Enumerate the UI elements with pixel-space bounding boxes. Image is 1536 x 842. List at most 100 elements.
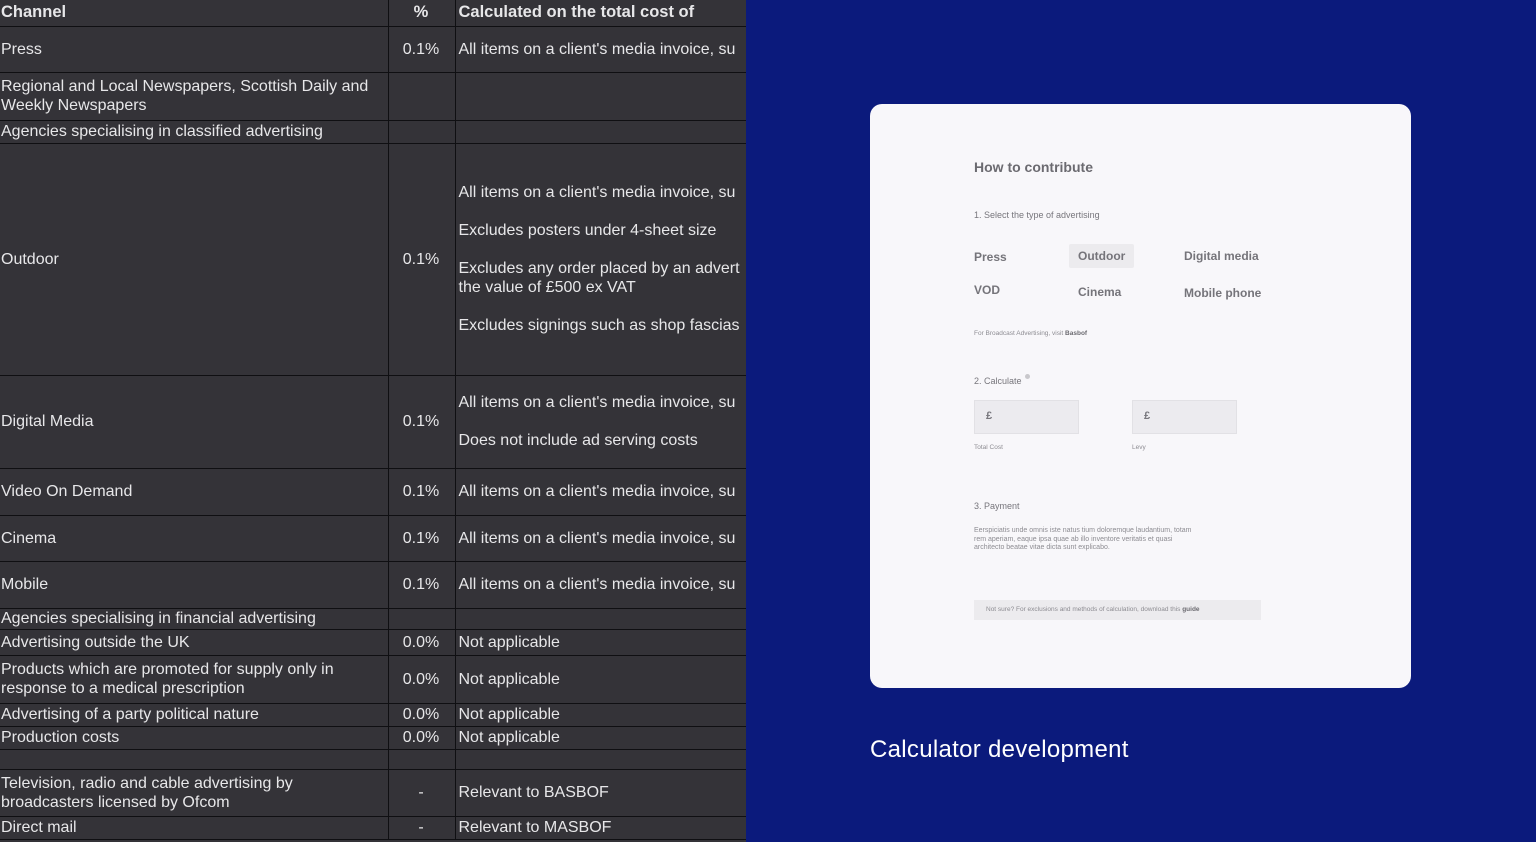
percent-cell: 0.0% <box>388 726 456 750</box>
calculation-note: Excludes any order placed by an advert t… <box>458 260 740 296</box>
table-row: Advertising outside the UK 0.0% Not applic… <box>0 629 746 656</box>
channel-cell: Mobile <box>0 561 389 609</box>
basbof-link[interactable]: Basbof <box>1065 330 1087 337</box>
levy-label: Levy <box>1132 444 1146 451</box>
channel-cell: Direct mail <box>0 816 389 840</box>
levy-table: Channel % Calculated on the total cost o… <box>0 0 746 840</box>
channel-cell: Regional and Local Newspapers, Scottish … <box>0 72 389 121</box>
table-row: Production costs 0.0% Not applicable <box>0 726 746 750</box>
percent-cell <box>388 120 456 144</box>
channel-cell: Digital Media <box>0 375 389 469</box>
type-option-mobile-phone[interactable]: Mobile phone <box>1184 286 1261 300</box>
step2-label: 2. Calculate <box>974 374 1030 386</box>
preview-panel: How to contribute 1. Select the type of … <box>746 0 1536 842</box>
step3-label: 3. Payment <box>974 501 1020 511</box>
percent-cell: 0.1% <box>388 26 456 73</box>
calculation-cell: All items on a client's media invoice, s… <box>455 26 746 73</box>
guide-link[interactable]: guide <box>1182 606 1199 613</box>
channel-cell <box>0 749 389 770</box>
channel-cell: Advertising outside the UK <box>0 629 389 656</box>
percent-cell: 0.0% <box>388 655 456 704</box>
step2-text: 2. Calculate <box>974 376 1022 386</box>
guide-note: Not sure? For exclusions and methods of … <box>974 600 1261 620</box>
table-row: Direct mail - Relevant to MASBOF <box>0 816 746 840</box>
levy-input[interactable]: £ <box>1132 400 1237 434</box>
broadcast-note-text: For Broadcast Advertising, visit <box>974 330 1064 337</box>
calculation-note: All items on a client's media invoice, s… <box>458 184 736 201</box>
channel-cell: Press <box>0 26 389 73</box>
channel-cell: Outdoor <box>0 143 389 376</box>
calculation-cell: Not applicable <box>455 655 746 704</box>
total-cost-label: Total Cost <box>974 444 1003 451</box>
calculation-note: Excludes signings such as shop fascias <box>458 317 740 334</box>
calculator-card: How to contribute 1. Select the type of … <box>870 104 1411 688</box>
total-cost-input[interactable]: £ <box>974 400 1079 434</box>
header-channel: Channel <box>0 0 389 27</box>
channel-levy-table: Channel % Calculated on the total cost o… <box>0 0 746 842</box>
channel-cell: Products which are promoted for supply o… <box>0 655 389 704</box>
table-row: Digital Media 0.1% All items on a client's… <box>0 375 746 469</box>
channel-cell: Television, radio and cable advertising … <box>0 769 389 817</box>
percent-cell: 0.0% <box>388 629 456 656</box>
table-row: Television, radio and cable advertising … <box>0 769 746 817</box>
channel-cell: Video On Demand <box>0 468 389 516</box>
percent-cell <box>388 749 456 770</box>
table-row: Cinema 0.1% All items on a client's media … <box>0 515 746 562</box>
calculation-cell: Relevant to BASBOF <box>455 769 746 817</box>
calculation-note: All items on a client's media invoice, s… <box>458 576 736 593</box>
calculation-note: Relevant to BASBOF <box>458 784 609 801</box>
table-header-row: Channel % Calculated on the total cost o… <box>0 0 746 27</box>
header-percent: % <box>388 0 456 27</box>
type-option-cinema[interactable]: Cinema <box>1078 285 1121 299</box>
calculation-cell <box>455 749 746 770</box>
calculation-cell: Not applicable <box>455 629 746 656</box>
percent-cell <box>388 72 456 121</box>
table-row: Products which are promoted for supply o… <box>0 655 746 704</box>
calculation-cell: Not applicable <box>455 703 746 727</box>
calculation-cell: Not applicable <box>455 726 746 750</box>
calculation-note: Not applicable <box>458 729 560 746</box>
table-row: Video On Demand 0.1% All items on a client… <box>0 468 746 516</box>
info-icon[interactable] <box>1024 374 1030 379</box>
percent-cell: 0.1% <box>388 143 456 376</box>
percent-cell: - <box>388 769 456 817</box>
calculation-cell: All items on a client's media invoice, s… <box>455 468 746 516</box>
calculation-cell <box>455 608 746 630</box>
card-title: How to contribute <box>974 159 1093 175</box>
calculation-cell: All items on a client's media invoice, s… <box>455 375 746 469</box>
payment-text: Eerspiciatis unde omnis iste natus tium … <box>974 527 1192 551</box>
table-row: Agencies specialising in classified adve… <box>0 120 746 144</box>
type-option-vod[interactable]: VOD <box>974 283 1000 297</box>
table-row: Press 0.1% All items on a client's media i… <box>0 26 746 73</box>
calculation-note: All items on a client's media invoice, s… <box>458 394 736 411</box>
calculation-cell <box>455 72 746 121</box>
calculation-cell: All items on a client's media invoice, s… <box>455 143 746 376</box>
table-row: Mobile 0.1% All items on a client's media … <box>0 561 746 609</box>
table-row <box>0 749 746 770</box>
calculation-cell: All items on a client's media invoice, s… <box>455 515 746 562</box>
channel-cell: Advertising of a party political nature <box>0 703 389 727</box>
calculation-note: All items on a client's media invoice, s… <box>458 483 736 500</box>
calculation-note: Excludes posters under 4-sheet size <box>458 222 717 239</box>
calculation-note: Not applicable <box>458 706 560 723</box>
type-option-digital-media[interactable]: Digital media <box>1184 249 1259 263</box>
calculation-note: All items on a client's media invoice, s… <box>458 40 736 58</box>
channel-cell: Agencies specialising in financial adver… <box>0 608 389 630</box>
broadcast-note: For Broadcast Advertising, visit Basbof <box>974 330 1087 337</box>
percent-cell: 0.1% <box>388 515 456 562</box>
step1-label: 1. Select the type of advertising <box>974 210 1100 220</box>
channel-cell: Cinema <box>0 515 389 562</box>
calculation-note: Not applicable <box>458 633 560 651</box>
calculation-note: Relevant to MASBOF <box>458 819 612 836</box>
calculation-cell <box>455 120 746 144</box>
header-calculated-on: Calculated on the total cost of <box>455 0 746 27</box>
table-row: Agencies specialising in financial adver… <box>0 608 746 630</box>
table-row: Regional and Local Newspapers, Scottish … <box>0 72 746 121</box>
type-option-outdoor[interactable]: Outdoor <box>1069 244 1135 268</box>
type-option-press[interactable]: Press <box>974 250 1007 264</box>
calculation-note: Does not include ad serving costs <box>458 432 698 449</box>
percent-cell: 0.1% <box>388 561 456 609</box>
percent-cell: - <box>388 816 456 840</box>
table-row: Outdoor 0.1% All items on a client's media… <box>0 143 746 376</box>
calculation-cell: All items on a client's media invoice, s… <box>455 561 746 609</box>
